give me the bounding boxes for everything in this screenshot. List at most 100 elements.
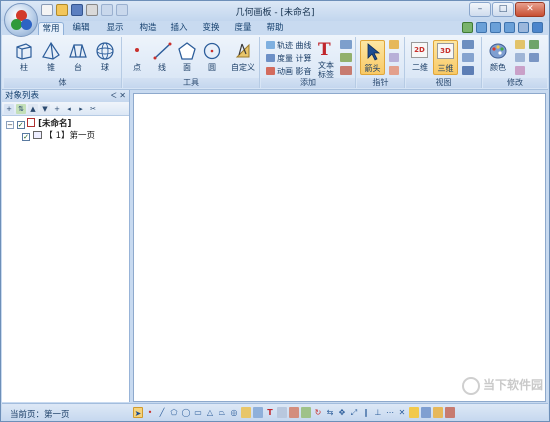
tree-item-document[interactable]: − ✓ [未命名]	[6, 118, 125, 130]
pointer-option-icon-2[interactable]	[389, 53, 399, 62]
view-2d-button[interactable]: 2D 二维	[408, 40, 432, 74]
modify-option-icon-3[interactable]	[515, 66, 525, 75]
arrow-pointer-button[interactable]: 箭头	[360, 40, 385, 75]
measure-calc-button[interactable]: 度量 计算	[266, 53, 312, 64]
parallel-tool-icon[interactable]: ∥	[361, 407, 371, 418]
document-checkbox[interactable]: ✓	[16, 121, 25, 129]
prism-icon	[16, 43, 32, 60]
view-option-icon-2[interactable]	[462, 53, 474, 62]
expand-all-icon[interactable]: +	[4, 104, 14, 114]
add-page-icon[interactable]	[462, 22, 473, 33]
perpendicular-tool-icon[interactable]: ⊥	[373, 407, 383, 418]
right-icon[interactable]: ▸	[76, 104, 86, 114]
tab-transform[interactable]: 变换	[198, 22, 224, 35]
polygon-tool-icon[interactable]: ⬠	[169, 407, 179, 418]
trace-tool-icon[interactable]	[289, 407, 299, 418]
modify-option-icon-1[interactable]	[515, 40, 525, 49]
tab-common[interactable]: 常用	[38, 22, 64, 35]
reflect-tool-icon[interactable]: ⇆	[325, 407, 335, 418]
view-3d-icon: 3D	[437, 43, 454, 59]
add-object-icon[interactable]: +	[52, 104, 62, 114]
view-option-icon-1[interactable]	[462, 40, 474, 49]
object-list-toolbar: + ⇅ ▲ ▼ + ◂ ▸ ✂	[2, 102, 129, 116]
prism-tool-icon[interactable]: ▭	[193, 407, 203, 418]
fullscreen-icon[interactable]	[504, 22, 515, 33]
measure-tool-icon[interactable]	[253, 407, 263, 418]
next-page-icon[interactable]	[490, 22, 501, 33]
segment-tool-icon[interactable]: ╱	[157, 407, 167, 418]
collapse-icon[interactable]: −	[6, 121, 14, 129]
prev-page-icon[interactable]	[476, 22, 487, 33]
prism-button[interactable]: 柱	[12, 40, 36, 74]
circle-tool-icon[interactable]: ◯	[181, 407, 191, 418]
text-tool-icon[interactable]: T	[265, 407, 275, 418]
pointer-option-icon-1[interactable]	[389, 40, 399, 49]
modify-option-icon-4[interactable]	[529, 40, 539, 49]
modify-option-icon-5[interactable]	[529, 53, 539, 62]
settings-tool-icon[interactable]	[445, 407, 455, 418]
page-tool-icon[interactable]	[433, 407, 443, 418]
sort-icon[interactable]: ⇅	[16, 104, 26, 114]
point-tool-icon[interactable]: •	[145, 407, 155, 418]
tab-right-tools	[462, 22, 543, 33]
app-menu-button[interactable]	[4, 3, 38, 37]
tab-construct[interactable]: 构造	[135, 22, 161, 35]
rotate-tool-icon[interactable]: ↻	[313, 407, 323, 418]
minimize-button[interactable]: –	[469, 2, 491, 17]
view-option-icon-3[interactable]	[462, 66, 474, 75]
add-option-icon-1[interactable]	[340, 40, 352, 49]
options-icon[interactable]	[518, 22, 529, 33]
translate-tool-icon[interactable]: ✥	[337, 407, 347, 418]
midpoint-tool-icon[interactable]: ⋯	[385, 407, 395, 418]
tab-edit[interactable]: 编辑	[68, 22, 94, 35]
tab-insert[interactable]: 插入	[166, 22, 192, 35]
frustum-tool-icon[interactable]: ⏢	[217, 407, 227, 418]
pointer-option-icon-3[interactable]	[389, 66, 399, 75]
pyramid-tool-icon[interactable]: △	[205, 407, 215, 418]
cone-button[interactable]: 锥	[39, 40, 63, 74]
trace-curve-button[interactable]: 轨迹 曲线	[266, 40, 312, 51]
intersection-tool-icon[interactable]: ✕	[397, 407, 407, 418]
cut-icon[interactable]: ✂	[88, 104, 98, 114]
add-option-icon-2[interactable]	[340, 53, 352, 62]
group-solids: 柱 锥 台 球 体	[4, 37, 122, 88]
close-button[interactable]: ✕	[515, 2, 545, 17]
tab-help[interactable]: 帮助	[262, 22, 288, 35]
ribbon-tab-bar: 常用 编辑 显示 构造 插入 变换 度量 帮助	[1, 21, 549, 35]
sphere-tool-icon[interactable]: ◎	[229, 407, 239, 418]
tab-display[interactable]: 显示	[102, 22, 128, 35]
panel-pin-close-icons[interactable]: ᐸ ✕	[111, 90, 126, 102]
compass-ruler-icon	[235, 43, 250, 58]
move-down-icon[interactable]: ▼	[40, 104, 50, 114]
text-label-button[interactable]: T 文本 标签	[315, 40, 337, 79]
color-button[interactable]: 颜色	[486, 40, 510, 74]
move-up-icon[interactable]: ▲	[28, 104, 38, 114]
custom-tool-button[interactable]: 自定义	[231, 40, 255, 74]
app-window: 几何画板 - [未命名] – □ ✕ 常用 编辑 显示 构造 插入 变换 度量 …	[0, 0, 550, 422]
tab-measure[interactable]: 度量	[230, 22, 256, 35]
status-toolbar: ➤ • ╱ ⬠ ◯ ▭ △ ⏢ ◎ T ↻ ⇆ ✥ ⤢ ∥ ⊥ ⋯ ✕	[133, 407, 455, 418]
pentagon-icon	[178, 42, 196, 60]
view-3d-button[interactable]: 3D 三维	[433, 40, 458, 75]
tree-item-page[interactable]: ✓ 【 1】第一页	[6, 130, 125, 142]
add-option-icon-3[interactable]	[340, 66, 352, 75]
scale-tool-icon[interactable]: ⤢	[349, 407, 359, 418]
custom-tool-icon[interactable]	[241, 407, 251, 418]
drawing-canvas[interactable]	[133, 93, 546, 402]
page-checkbox[interactable]: ✓	[22, 133, 30, 141]
arrow-tool-icon[interactable]: ➤	[133, 407, 143, 418]
frustum-button[interactable]: 台	[66, 40, 90, 74]
sphere-button[interactable]: 球	[93, 40, 117, 74]
color-tool-icon[interactable]	[421, 407, 431, 418]
modify-option-icon-2[interactable]	[515, 53, 525, 62]
animation-tool-icon[interactable]	[409, 407, 419, 418]
object-list-header: 对象列表 ᐸ ✕	[2, 90, 129, 102]
animation-media-button[interactable]: 动画 影音	[266, 66, 312, 77]
group-label-solids: 体	[4, 78, 121, 88]
maximize-button[interactable]: □	[492, 2, 514, 17]
left-icon[interactable]: ◂	[64, 104, 74, 114]
label-tool-icon[interactable]	[277, 407, 287, 418]
help-icon[interactable]	[532, 22, 543, 33]
locus-tool-icon[interactable]	[301, 407, 311, 418]
circle-tool-button[interactable]: 圆	[200, 40, 224, 74]
